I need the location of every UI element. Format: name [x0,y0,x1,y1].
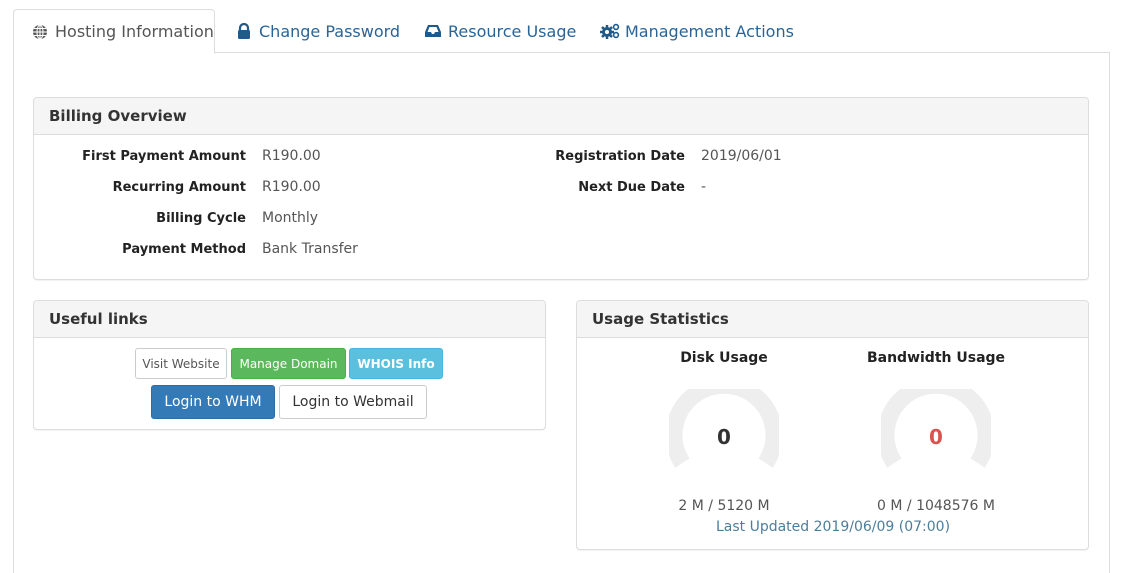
field-next-due-date: Next Due Date - [34,179,706,195]
panel-title: Useful links [34,301,545,338]
field-label: Registration Date [555,149,685,164]
tab-management-actions[interactable]: Management Actions [600,9,794,53]
field-label: Next Due Date [578,180,685,195]
login-to-whm-button[interactable]: Login to WHM [151,385,275,419]
visit-website-button[interactable]: Visit Website [135,348,227,379]
useful-links-panel: Useful links Visit Website Manage Domain… [33,300,546,430]
bandwidth-usage-label: Bandwidth Usage [866,350,1006,366]
tab-label: Management Actions [625,21,794,41]
field-label: Payment Method [122,242,246,257]
tab-hosting-information[interactable]: Hosting Information [13,9,215,54]
last-updated-text: Last Updated 2019/06/09 (07:00) [715,519,951,535]
whois-info-button[interactable]: WHOIS Info [349,348,443,379]
bandwidth-usage-gauge: 0 [877,376,995,489]
disk-usage-label: Disk Usage [680,350,768,366]
field-billing-cycle: Billing Cycle Monthly [34,210,318,226]
globe-icon [30,23,50,41]
field-value: 2019/06/01 [701,148,782,164]
usage-statistics-panel: Usage Statistics Disk Usage 0 2 M / 5120… [576,300,1089,550]
tab-bar: Hosting Information Change Password Reso… [13,9,1110,54]
disk-usage-text: 2 M / 5120 M [678,498,770,514]
billing-overview-panel: Billing Overview First Payment Amount R1… [33,97,1089,280]
tab-label: Resource Usage [448,21,577,41]
login-to-webmail-button[interactable]: Login to Webmail [279,385,427,419]
field-value: - [701,179,707,195]
tab-resource-usage[interactable]: Resource Usage [423,9,576,53]
disk-gauge-value: 0 [717,425,731,449]
gears-icon [600,22,620,40]
panel-title: Usage Statistics [577,301,1088,338]
lock-icon [234,22,254,40]
manage-domain-button[interactable]: Manage Domain [231,348,346,379]
field-value: Bank Transfer [262,241,358,257]
disk-usage-gauge: 0 [665,376,783,489]
tab-change-password[interactable]: Change Password [234,9,400,53]
field-label: Billing Cycle [156,211,246,226]
field-payment-method: Payment Method Bank Transfer [34,241,358,257]
field-registration-date: Registration Date 2019/06/01 [34,148,782,164]
panel-title: Billing Overview [34,98,1088,135]
inbox-icon [423,22,443,40]
bandwidth-usage-text: 0 M / 1048576 M [877,498,995,514]
bandwidth-gauge-value: 0 [929,425,943,449]
field-value: Monthly [262,210,319,226]
tab-label: Change Password [259,21,401,41]
tab-label: Hosting Information [55,22,214,41]
